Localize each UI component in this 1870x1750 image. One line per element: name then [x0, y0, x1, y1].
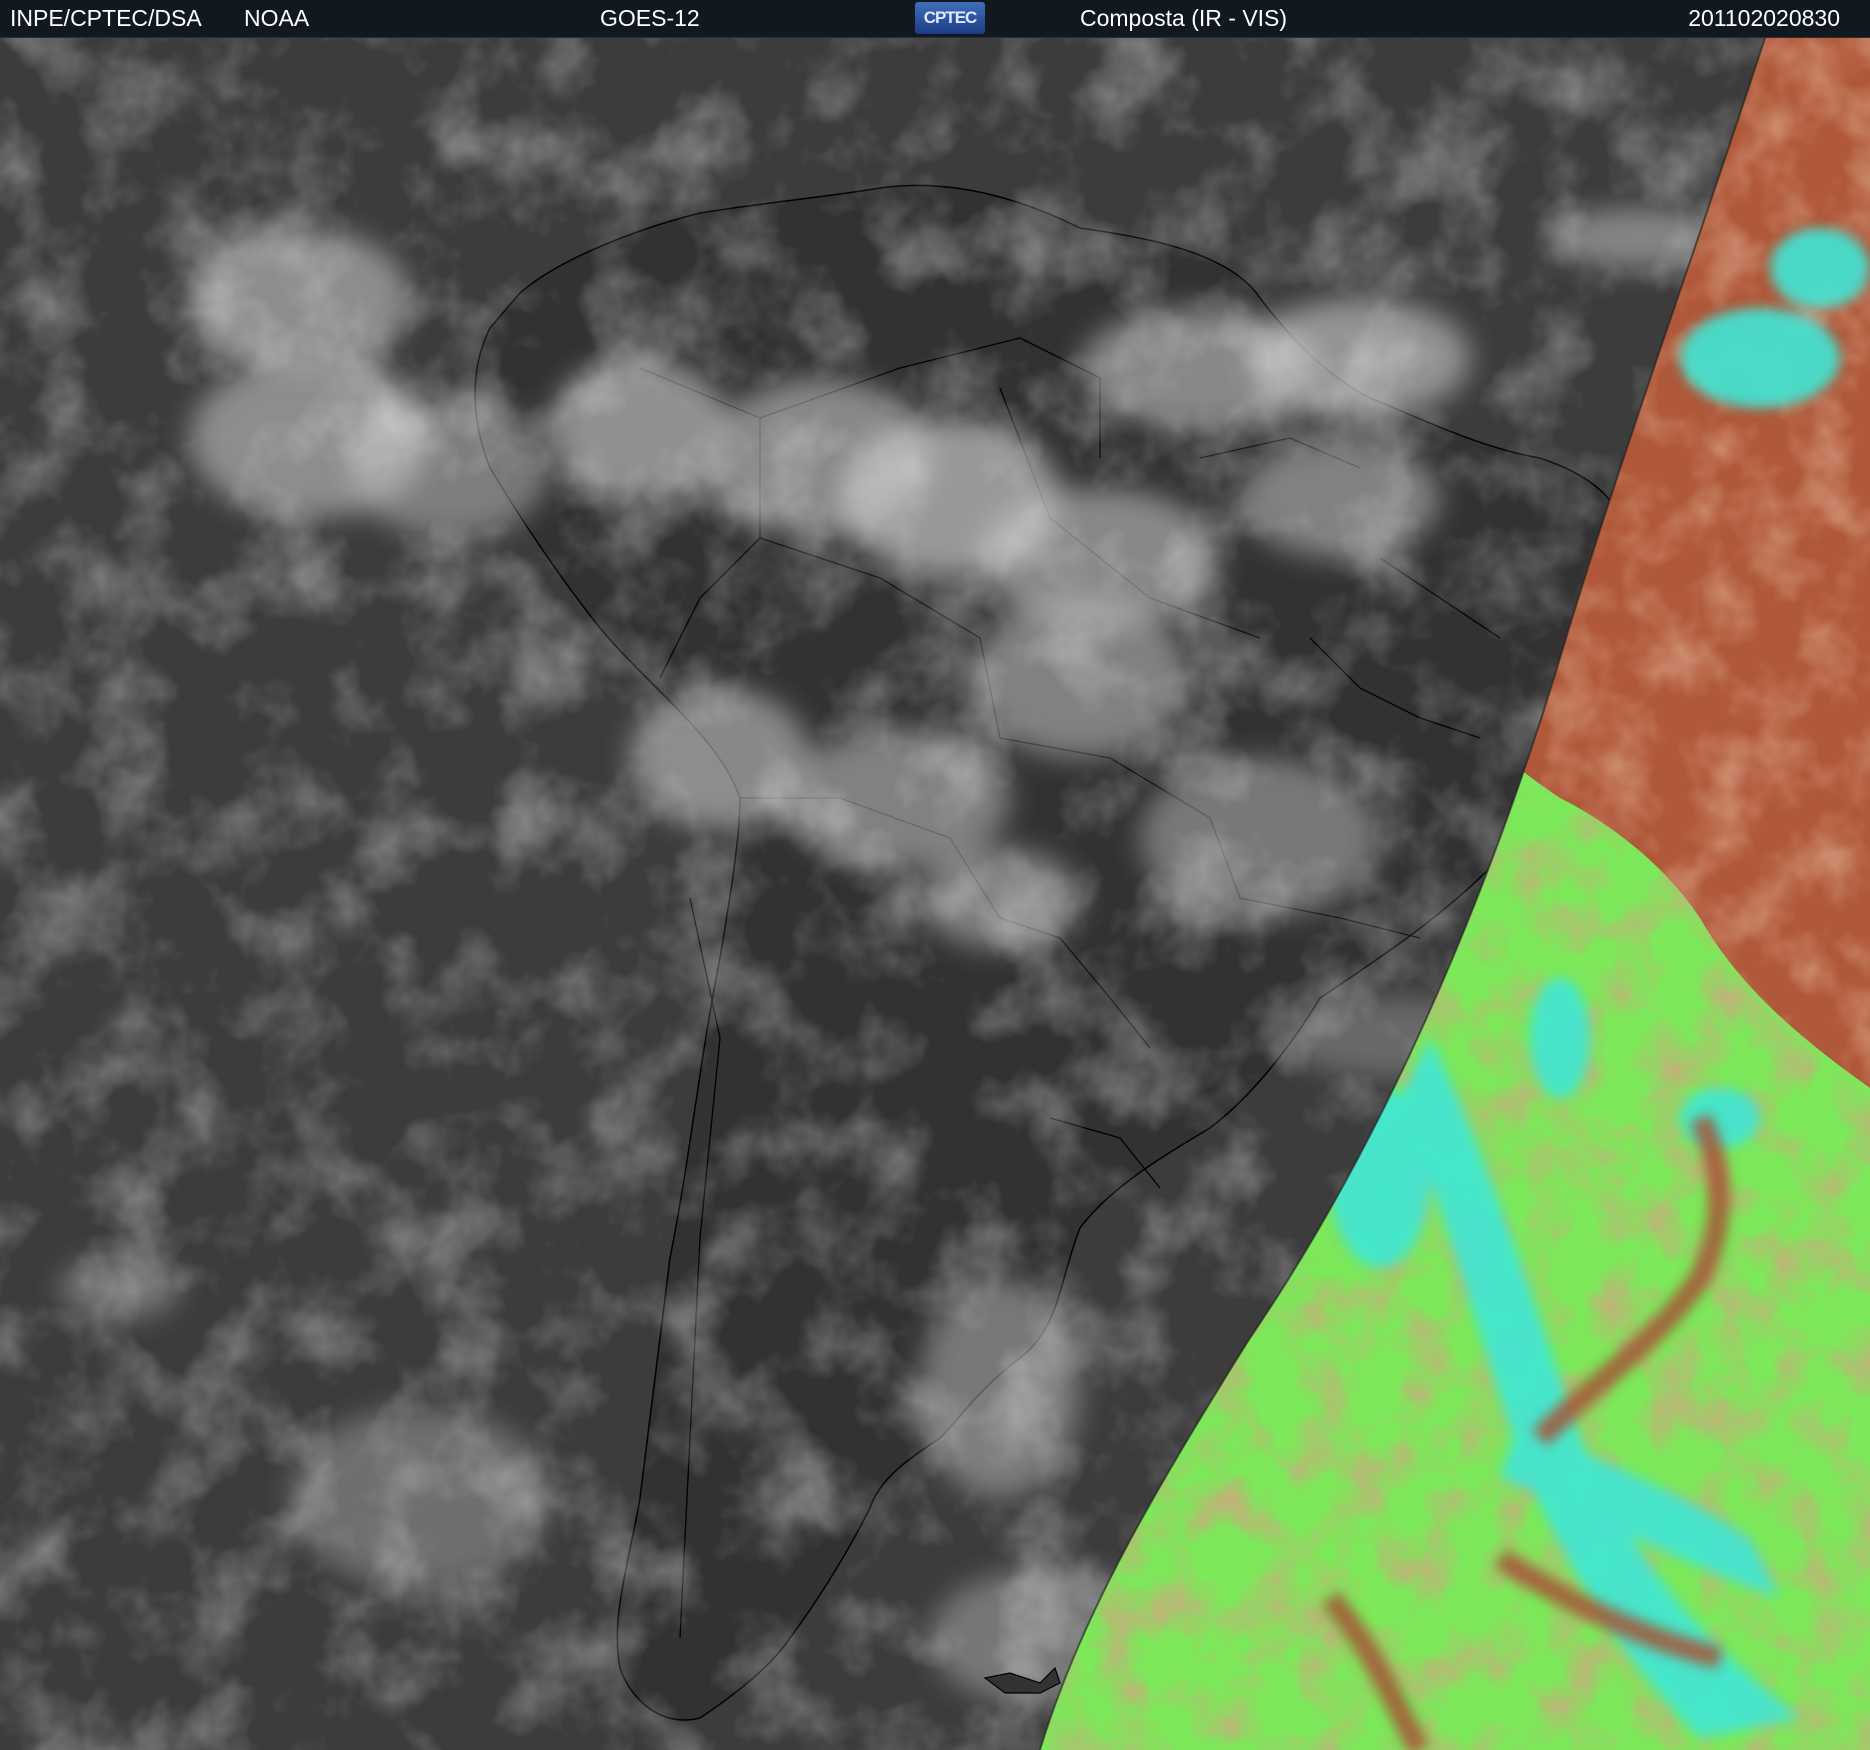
org-label: INPE/CPTEC/DSA [10, 5, 202, 31]
satellite-image [0, 38, 1870, 1750]
composite-map [0, 38, 1870, 1750]
cptec-logo: CPTEC [915, 2, 985, 34]
header-bar: INPE/CPTEC/DSA NOAA GOES-12 CPTEC Compos… [0, 0, 1870, 38]
satellite-label: GOES-12 [600, 5, 700, 31]
agency-label: NOAA [244, 5, 310, 31]
timestamp-label: 201102020830 [1688, 5, 1840, 31]
product-label: Composta (IR - VIS) [1080, 5, 1288, 31]
